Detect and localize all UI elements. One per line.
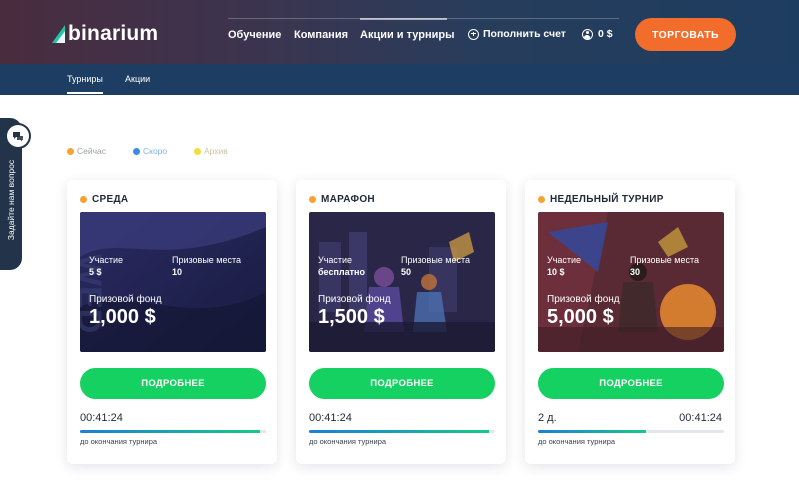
account-balance[interactable]: 0 $ <box>582 28 613 40</box>
logo-mark-icon <box>52 25 65 43</box>
banner-background: WED <box>80 212 266 352</box>
prize-places-value: 50 <box>401 267 412 277</box>
subnav-active-underline <box>67 92 103 94</box>
card-title: МАРАФОН <box>309 194 375 205</box>
progress-bar <box>309 430 495 433</box>
prize-places-value: 30 <box>630 267 641 277</box>
card-title: СРЕДА <box>80 194 128 205</box>
timer-caption: до окончания турнира <box>80 437 158 446</box>
subnav-tournaments[interactable]: Турниры <box>67 74 103 84</box>
filter-now-label: Сейчас <box>77 146 107 156</box>
nav-active-indicator <box>360 18 447 20</box>
card-title-text: МАРАФОН <box>321 194 375 205</box>
participation-label: Участие <box>547 255 582 265</box>
prize-places-label: Призовые места <box>630 255 700 265</box>
filter-now-dot <box>67 147 74 155</box>
subnav-promos[interactable]: Акции <box>125 74 150 84</box>
prize-places-label: Призовые места <box>172 255 242 265</box>
sub-navigation: Турниры Акции <box>0 64 799 95</box>
timer-caption: до окончания турнира <box>309 437 387 446</box>
trade-button[interactable]: ТОРГОВАТЬ <box>635 18 736 51</box>
progress-bar <box>538 430 724 433</box>
chat-icon[interactable] <box>7 125 29 147</box>
tournament-banner[interactable]: Участие бесплатно Призовые места 50 Приз… <box>309 212 495 352</box>
countdown-days: 2 д. <box>538 412 557 424</box>
timer-caption: до окончания турнира <box>538 437 616 446</box>
participation-label: Участие <box>89 255 124 265</box>
binarium-logo[interactable]: binarium <box>52 22 158 46</box>
prize-places-value: 10 <box>172 267 183 277</box>
prize-fund-value: 1,500 $ <box>318 306 385 328</box>
ask-question-label: Задайте нам вопрос <box>6 159 16 241</box>
filter-soon-label: Скоро <box>143 146 168 156</box>
progress-fill <box>309 430 490 433</box>
tournament-card: МАРАФОН Участие бесплатно Призовые места… <box>296 180 506 464</box>
filter-soon[interactable]: Скоро <box>133 146 167 156</box>
prize-fund-label: Призовой фонд <box>318 294 391 305</box>
details-button[interactable]: ПОДРОБНЕЕ <box>538 368 724 399</box>
countdown-timer: 00:41:24 <box>679 412 722 424</box>
status-dot <box>309 196 316 203</box>
participation-label: Участие <box>318 255 353 265</box>
status-dot <box>80 196 87 203</box>
banner-background <box>309 212 495 352</box>
deposit-link[interactable]: Пополнить счет <box>468 28 566 40</box>
countdown-timer: 00:41:24 <box>80 412 123 424</box>
tournament-card: НЕДЕЛЬНЫЙ ТУРНИР Участие 10 $ Призовые м… <box>525 180 735 464</box>
filter-archive[interactable]: Архив <box>194 146 228 156</box>
banner-background <box>538 212 724 352</box>
details-button[interactable]: ПОДРОБНЕЕ <box>309 368 495 399</box>
deposit-label: Пополнить счет <box>483 28 566 40</box>
tournament-card: СРЕДА WED Участие 5 $ Призовые места 10 … <box>67 180 277 464</box>
prize-fund-value: 5,000 $ <box>547 306 614 328</box>
nav-learn[interactable]: Обучение <box>228 29 281 41</box>
prize-fund-value: 1,000 $ <box>89 306 156 328</box>
progress-fill <box>80 430 261 433</box>
filter-archive-label: Архив <box>204 146 228 156</box>
filter-soon-dot <box>133 147 140 155</box>
card-title: НЕДЕЛЬНЫЙ ТУРНИР <box>538 194 664 205</box>
plus-circle-icon <box>468 28 479 40</box>
card-title-text: НЕДЕЛЬНЫЙ ТУРНИР <box>550 194 664 205</box>
tournament-banner[interactable]: WED Участие 5 $ Призовые места 10 Призов… <box>80 212 266 352</box>
prize-fund-label: Призовой фонд <box>89 294 162 305</box>
tournament-banner[interactable]: Участие 10 $ Призовые места 30 Призовой … <box>538 212 724 352</box>
balance-value: 0 $ <box>598 28 613 40</box>
card-title-text: СРЕДА <box>92 194 129 205</box>
countdown-timer: 00:41:24 <box>309 412 352 424</box>
nav-promo-tournaments[interactable]: Акции и турниры <box>360 29 454 41</box>
top-header: binarium Обучение Компания Акции и турни… <box>0 0 799 64</box>
filter-now[interactable]: Сейчас <box>67 146 106 156</box>
logo-text: binarium <box>68 22 159 45</box>
prize-places-label: Призовые места <box>401 255 471 265</box>
user-icon <box>582 28 593 40</box>
progress-fill <box>538 430 646 433</box>
participation-value: 10 $ <box>547 267 565 277</box>
progress-bar <box>80 430 266 433</box>
details-button[interactable]: ПОДРОБНЕЕ <box>80 368 266 399</box>
prize-fund-label: Призовой фонд <box>547 294 620 305</box>
participation-value: 5 $ <box>89 267 102 277</box>
status-dot <box>538 196 545 203</box>
nav-company[interactable]: Компания <box>294 29 348 41</box>
filter-archive-dot <box>194 147 201 155</box>
participation-value: бесплатно <box>318 267 365 277</box>
